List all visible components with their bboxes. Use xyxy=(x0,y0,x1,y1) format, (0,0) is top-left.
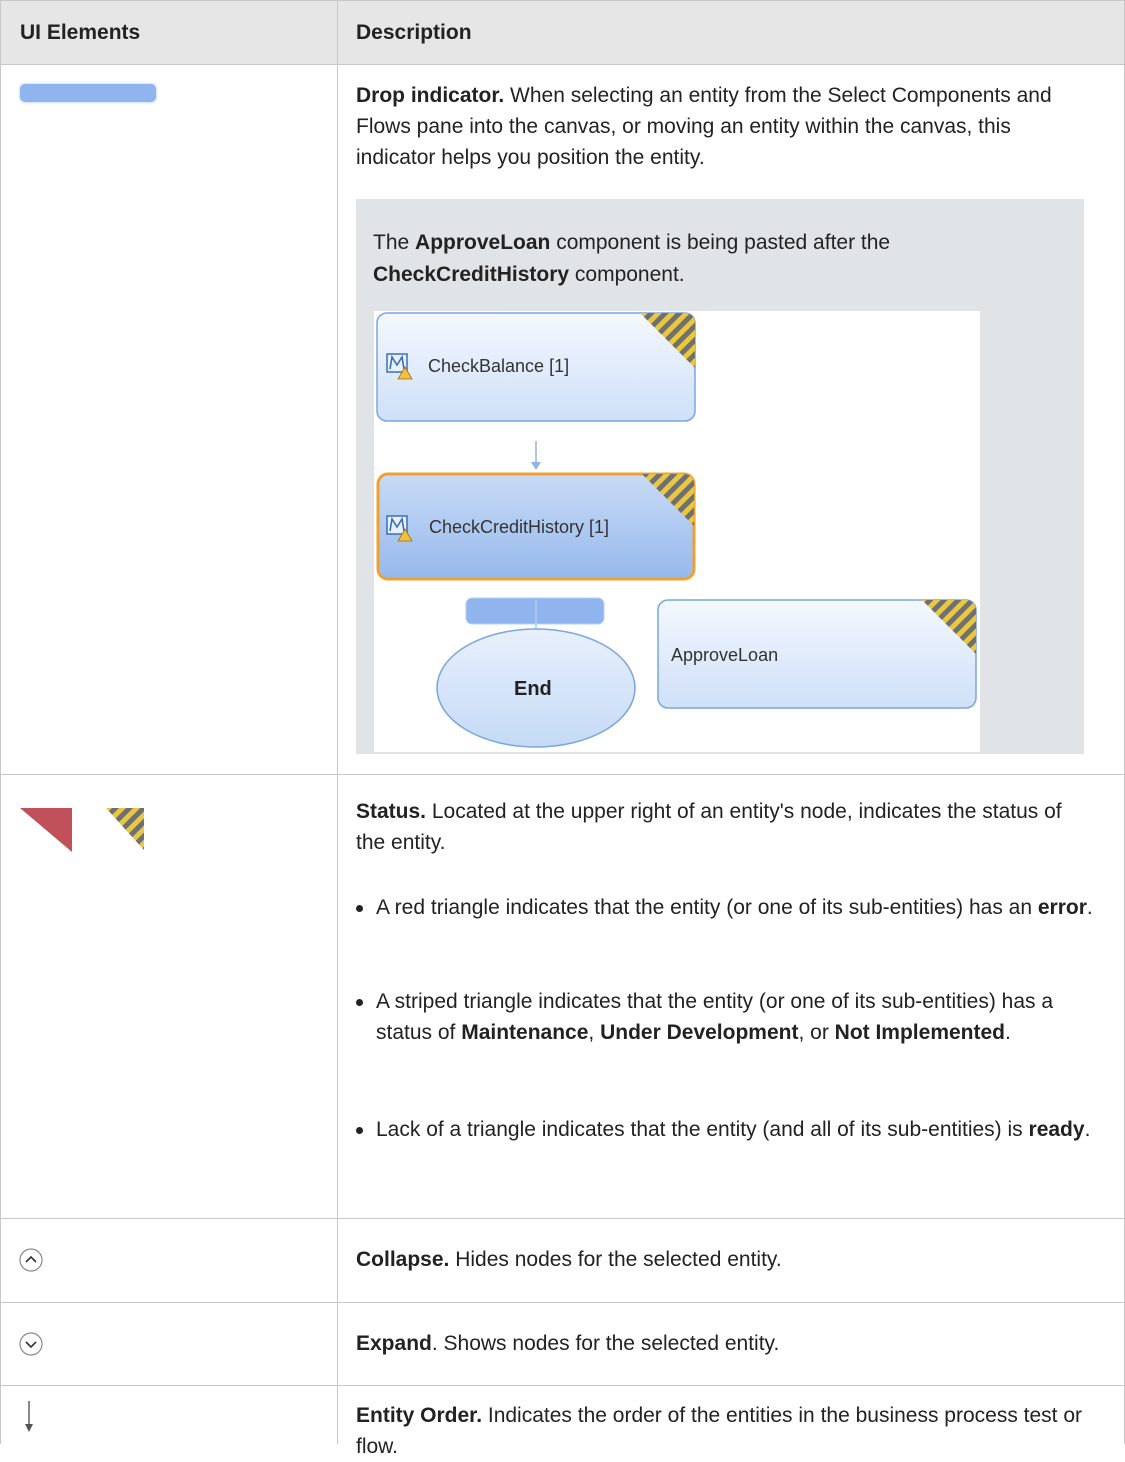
bullet-bold: error xyxy=(1037,896,1087,919)
flow-canvas-example: CheckBalance [1] CheckCreditHistory [1] … xyxy=(374,311,980,752)
expand-title: Expand xyxy=(356,1332,432,1355)
bullet-dot xyxy=(356,905,363,912)
node-label-checkbalance: CheckBalance [1] xyxy=(428,356,570,376)
expand-icon xyxy=(19,1332,43,1356)
bullet-bold: Not Implemented xyxy=(834,1021,1006,1044)
drop-indicator xyxy=(465,597,605,625)
collapse-text: Hides nodes for the selected entity. xyxy=(449,1248,782,1271)
column-divider xyxy=(337,0,338,1444)
red-triangle-icon xyxy=(20,808,72,852)
bullet-text: Lack of a triangle indicates that the en… xyxy=(376,1118,1029,1141)
bullet-text: . xyxy=(1005,1021,1011,1044)
status-title: Status. xyxy=(356,800,427,823)
end-label: End xyxy=(514,678,552,700)
bullet-dot xyxy=(356,1127,363,1134)
row-divider xyxy=(0,0,1125,1)
drop-indicator-title: Drop indicator. xyxy=(356,84,505,107)
bullet-text: . xyxy=(1086,896,1093,919)
expand-description: Expand. Shows nodes for the selected ent… xyxy=(356,1328,1096,1359)
bullet-text: , xyxy=(588,1021,601,1044)
bullet-bold: Under Development xyxy=(600,1021,799,1044)
note-text: component is being pasted after the xyxy=(550,231,891,254)
striped-triangle-icon xyxy=(106,808,144,850)
status-text: Located at the upper right of an entity'… xyxy=(356,800,1062,854)
status-icons xyxy=(20,808,144,852)
ui-elements-table: UI Elements Description Drop indicator. … xyxy=(0,0,1125,1458)
bullet-bold: ready xyxy=(1028,1118,1085,1141)
node-label-checkcredithistory: CheckCreditHistory [1] xyxy=(429,517,610,537)
bullet-text: . xyxy=(1084,1118,1091,1141)
bullet-bold: Maintenance xyxy=(461,1021,589,1044)
expand-text: . Shows nodes for the selected entity. xyxy=(431,1332,780,1355)
bullet-text: A red triangle indicates that the entity… xyxy=(376,896,1038,919)
row-divider xyxy=(0,774,1125,775)
collapse-title: Collapse. xyxy=(356,1248,450,1271)
table-header xyxy=(0,0,1125,64)
example-note-text: The ApproveLoan component is being paste… xyxy=(373,227,1073,291)
row-divider xyxy=(0,1385,1125,1386)
drop-indicator-icon xyxy=(20,84,156,102)
row-divider xyxy=(0,1218,1125,1219)
note-text: The xyxy=(373,231,416,254)
row-divider xyxy=(0,64,1125,65)
entity-order-title: Entity Order. xyxy=(356,1404,483,1427)
bullet-dot xyxy=(356,999,363,1006)
drop-indicator-description: Drop indicator. When selecting an entity… xyxy=(356,80,1096,173)
header-ui-elements: UI Elements xyxy=(20,21,141,44)
status-description: Status. Located at the upper right of an… xyxy=(356,796,1096,858)
order-arrow-head xyxy=(531,462,541,470)
collapse-description: Collapse. Hides nodes for the selected e… xyxy=(356,1244,1096,1275)
entity-order-description: Entity Order. Indicates the order of the… xyxy=(356,1400,1096,1462)
note-bold: ApproveLoan xyxy=(415,231,551,254)
row-divider xyxy=(0,1302,1125,1303)
note-bold: CheckCreditHistory xyxy=(373,263,570,286)
table-border-left xyxy=(0,0,1,1444)
entity-order-arrow-icon xyxy=(25,1401,33,1432)
bullet-text: , or xyxy=(798,1021,835,1044)
note-text: component. xyxy=(569,263,685,286)
node-label-approveloan: ApproveLoan xyxy=(671,645,779,665)
collapse-icon xyxy=(19,1248,43,1272)
header-description: Description xyxy=(356,21,472,44)
